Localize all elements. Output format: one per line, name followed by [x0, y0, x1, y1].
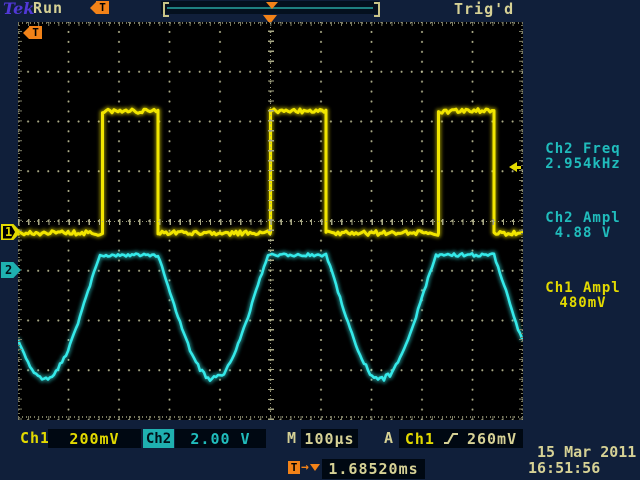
- trigger-state: Trig'd: [454, 1, 514, 17]
- rising-edge-icon: [444, 432, 458, 445]
- bracket-right-icon: [374, 2, 380, 17]
- bracket-left-icon: [163, 2, 169, 17]
- trigger-delay-icon: T →: [288, 461, 320, 474]
- readout-ch2-freq-label: Ch2 Freq: [526, 142, 640, 157]
- readout-ch1-ampl-value: 480mV: [526, 296, 640, 311]
- oscilloscope-screen: Tek Run T Trig'd T 1: [0, 0, 640, 480]
- acquisition-status: Run: [33, 0, 63, 16]
- trigger-position-t-icon: T: [90, 1, 109, 14]
- trigger-source: Ch1: [405, 431, 435, 447]
- t-glyph: T: [29, 26, 42, 39]
- graticule: [18, 22, 523, 420]
- ch1-scale-readout: 200mV: [48, 429, 141, 448]
- trigger-time-t-icon: T: [23, 26, 42, 39]
- readout-ch1-ampl-label: Ch1 Ampl: [526, 281, 640, 296]
- ch2-ground-marker: 2: [1, 262, 21, 278]
- trigger-readout: Ch1 260mV: [399, 429, 523, 448]
- t-glyph: T: [96, 1, 109, 14]
- readout-ch2-ampl-value: 4.88 V: [526, 226, 640, 241]
- trigger-delay-value: 1.68520ms: [322, 459, 425, 479]
- ch1-label: Ch1: [20, 430, 50, 446]
- triangle-down-icon: [310, 464, 320, 471]
- trigger-level-arrow-icon: [509, 162, 521, 172]
- date-display: 15 Mar 2011: [537, 444, 636, 460]
- ch2-scale-readout: 2.00 V: [175, 429, 266, 448]
- timebase-readout: 100µs: [301, 429, 358, 448]
- trigger-position-small-icon: [266, 2, 278, 9]
- readout-ch2-freq-value: 2.954kHz: [526, 157, 640, 172]
- tek-logo: Tek: [3, 0, 34, 18]
- timebase-label: M: [287, 430, 297, 446]
- vertical-axis: [270, 22, 271, 420]
- trigger-level-value: 260mV: [467, 431, 517, 447]
- ch1-ground-marker: 1: [1, 224, 21, 240]
- ch2-label-selected: Ch2: [143, 429, 174, 448]
- readout-ch2-ampl-label: Ch2 Ampl: [526, 211, 640, 226]
- trigger-mode-label: A: [384, 430, 394, 446]
- time-display: 16:51:56: [528, 460, 600, 476]
- arrow-right-icon: →: [301, 461, 309, 474]
